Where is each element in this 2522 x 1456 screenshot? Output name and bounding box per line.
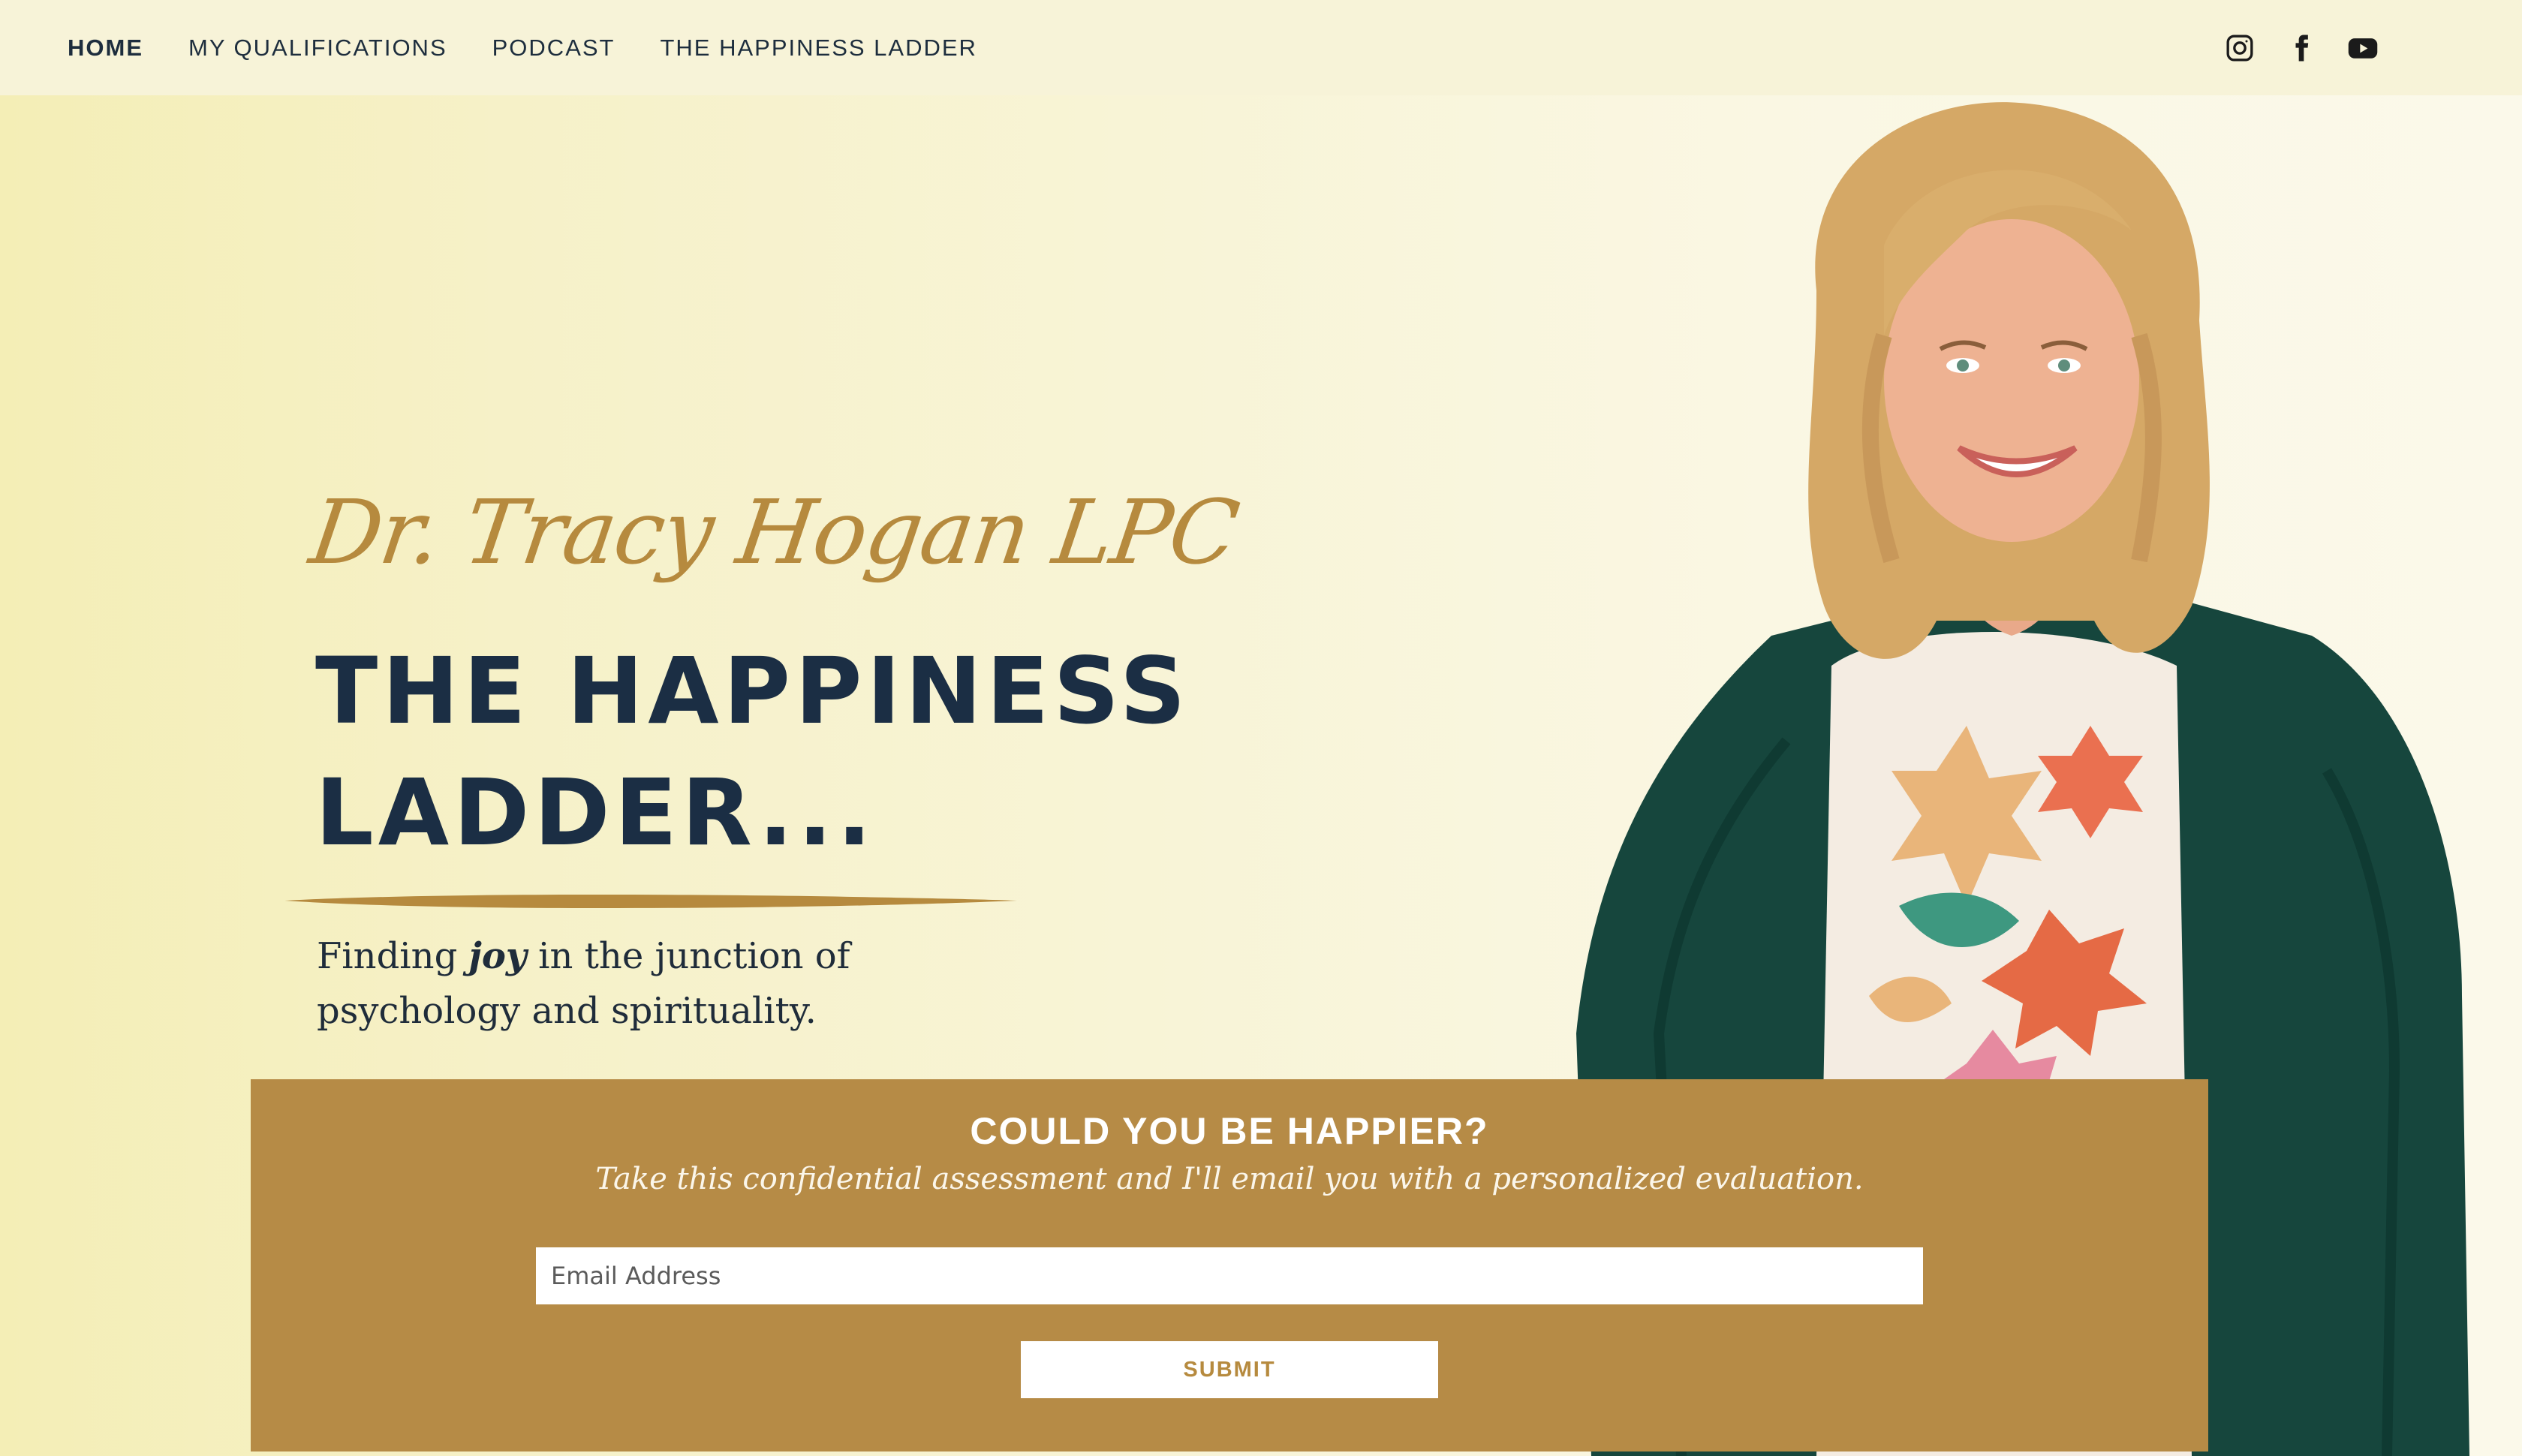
youtube-icon[interactable] xyxy=(2346,32,2379,65)
instagram-icon[interactable] xyxy=(2223,32,2256,65)
signup-subheading: Take this confidential assessment and I'… xyxy=(595,1162,1864,1196)
nav-item-podcast[interactable]: PODCAST xyxy=(492,35,615,62)
signup-heading: COULD YOU BE HAPPIER? xyxy=(970,1110,1489,1152)
nav-item-the-happiness-ladder[interactable]: THE HAPPINESS LADDER xyxy=(660,35,977,62)
nav-menu: HOME MY QUALIFICATIONS PODCAST THE HAPPI… xyxy=(68,0,977,95)
tagline-emphasis: joy xyxy=(468,935,527,977)
nav-item-home[interactable]: HOME xyxy=(68,35,143,62)
facebook-icon[interactable] xyxy=(2285,32,2318,65)
social-links xyxy=(2223,0,2379,95)
hero-title: THE HAPPINESS LADDER... xyxy=(315,630,1291,874)
submit-button[interactable]: SUBMIT xyxy=(1021,1341,1438,1398)
assessment-signup-box: COULD YOU BE HAPPIER? Take this confiden… xyxy=(251,1079,2208,1451)
hero-tagline: Finding joy in the junction of psycholog… xyxy=(317,935,850,1032)
hero-title-line-1: THE HAPPINESS xyxy=(315,638,1190,745)
signature-name: Dr. Tracy Hogan LPC xyxy=(304,480,1244,584)
hero-title-line-2: LADDER... xyxy=(315,760,877,866)
brush-divider xyxy=(285,895,1017,908)
email-field[interactable] xyxy=(536,1247,1923,1304)
nav-item-my-qualifications[interactable]: MY QUALIFICATIONS xyxy=(188,35,447,62)
top-nav: HOME MY QUALIFICATIONS PODCAST THE HAPPI… xyxy=(0,0,2522,95)
